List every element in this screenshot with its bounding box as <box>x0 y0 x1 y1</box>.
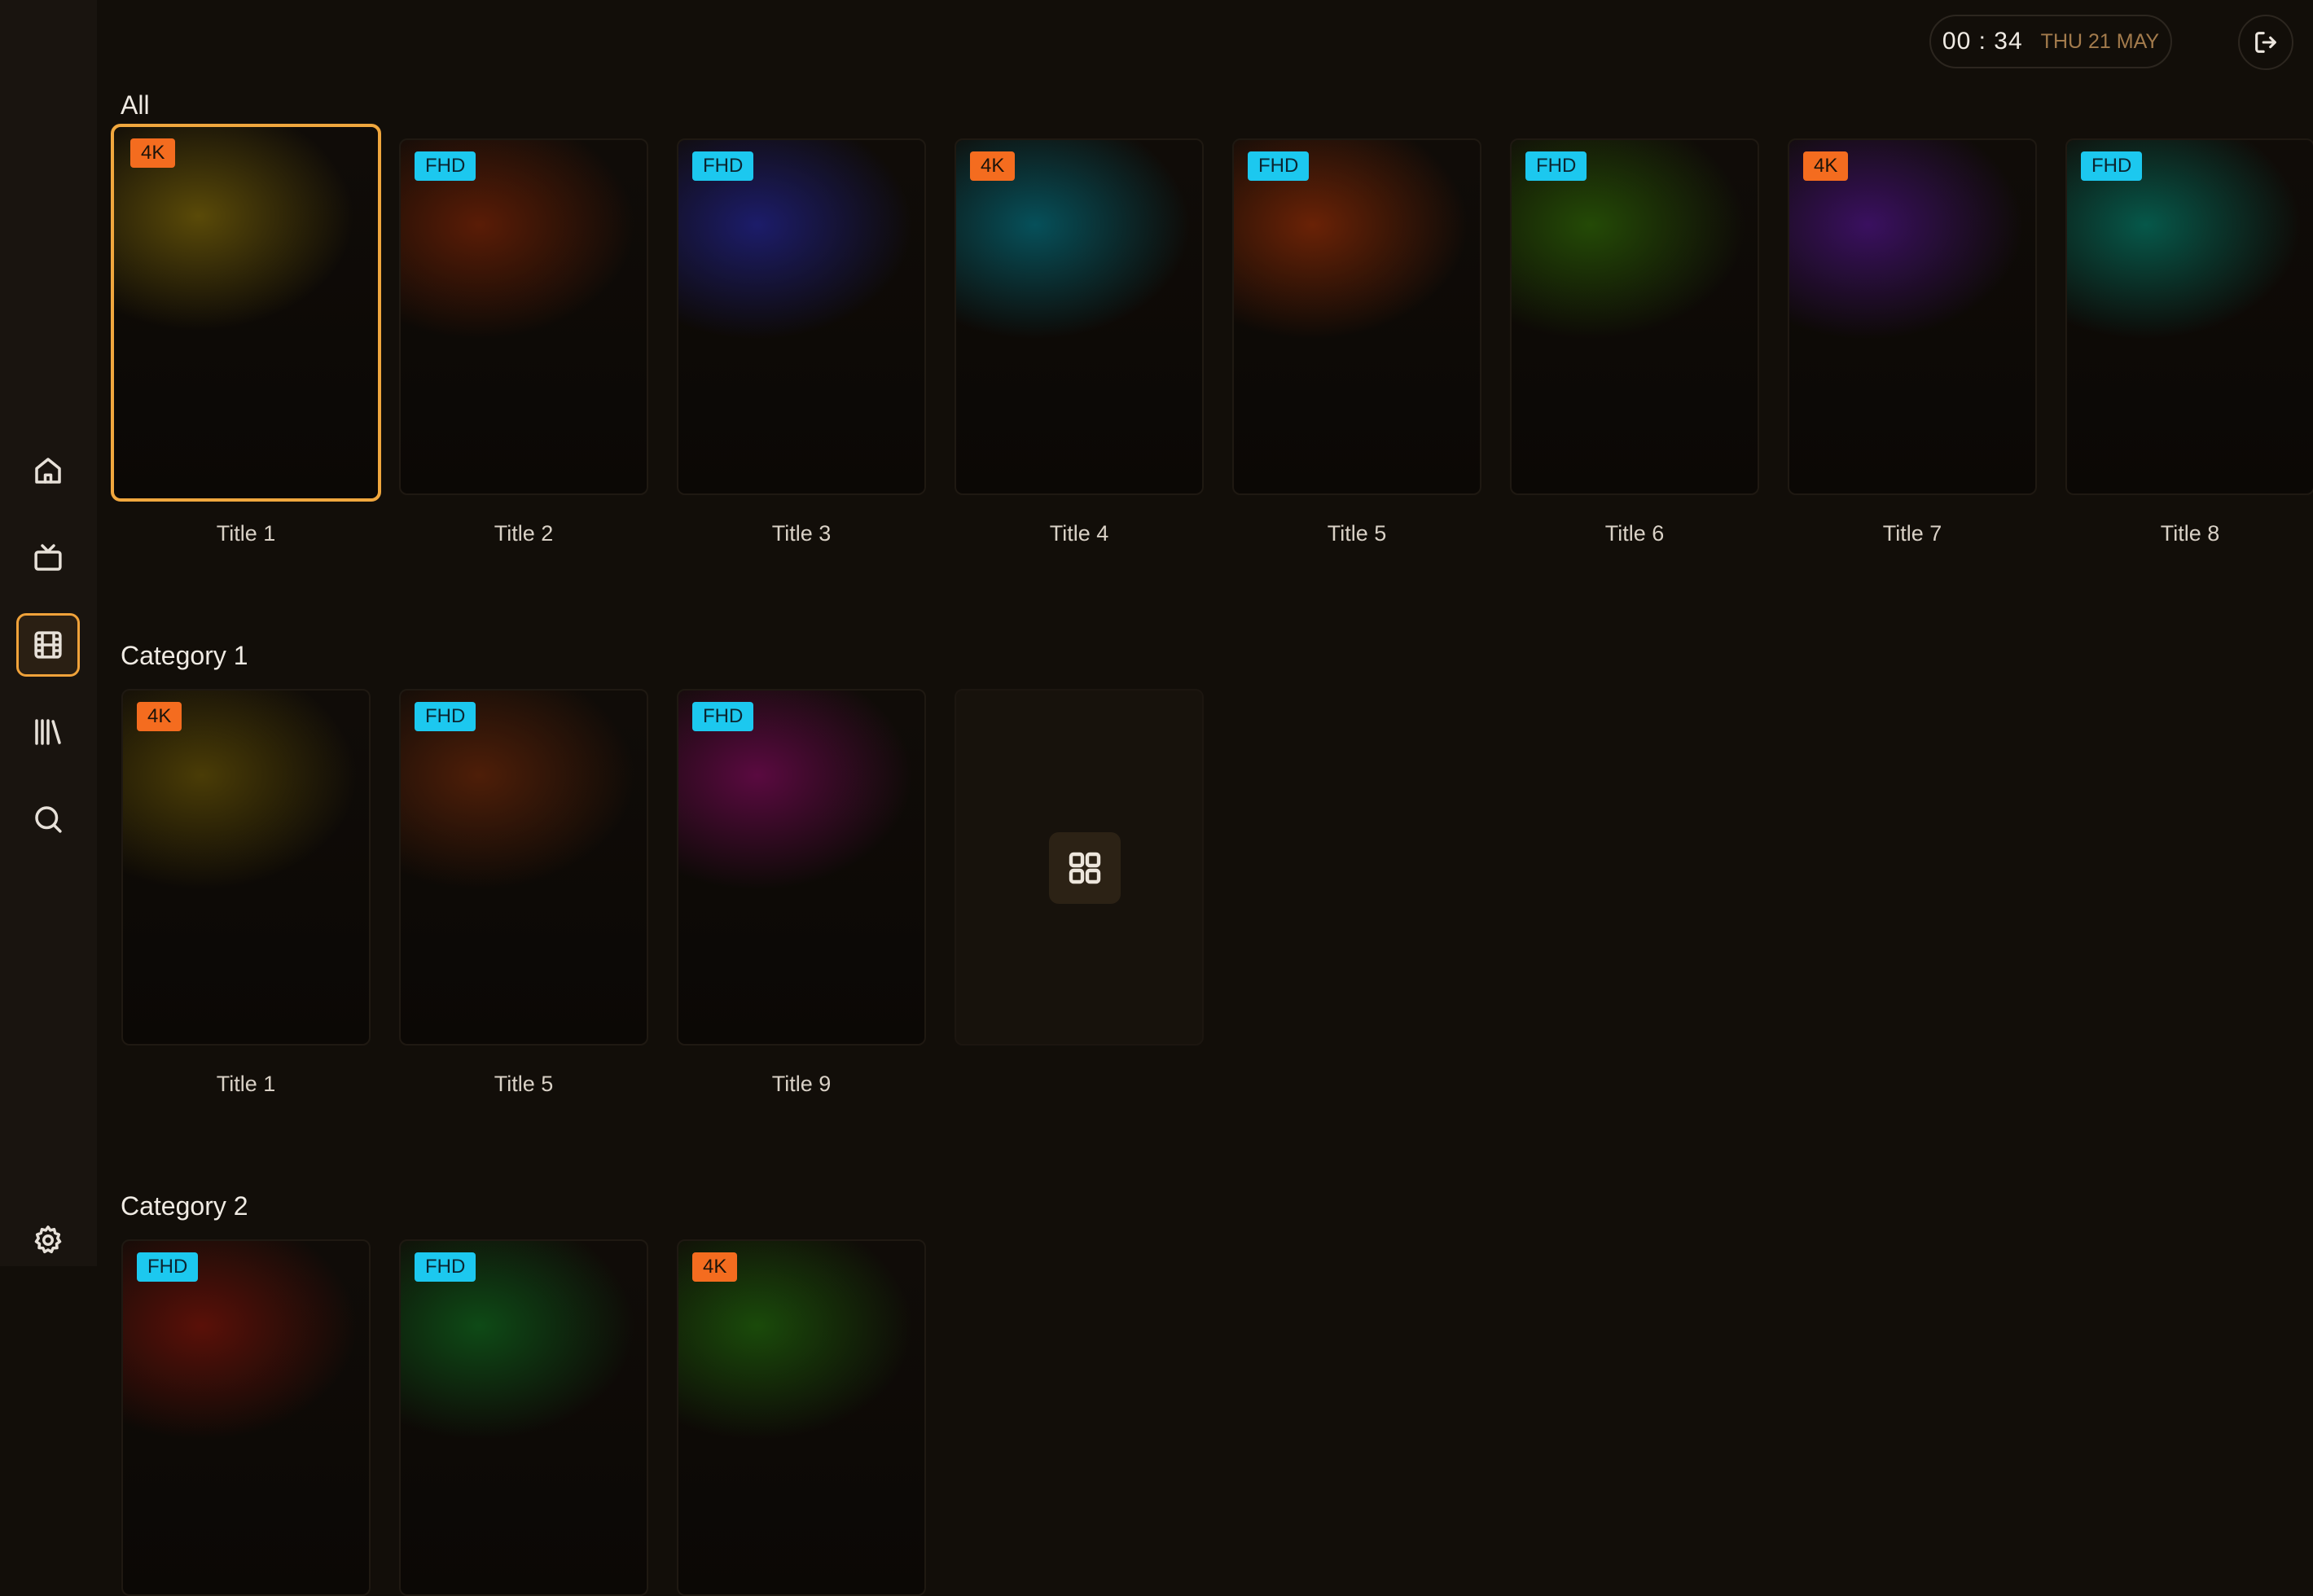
quality-badge: FHD <box>415 702 476 731</box>
quality-badge: 4K <box>130 138 176 168</box>
poster-card[interactable]: FHD <box>677 689 926 1046</box>
quality-badge: FHD <box>2081 151 2143 181</box>
quality-badge: FHD <box>415 151 476 181</box>
search-icon <box>35 806 62 833</box>
quality-badge: 4K <box>692 1252 738 1282</box>
card-title: Title 5 <box>494 1072 554 1096</box>
poster-card[interactable]: FHD <box>1510 138 1759 495</box>
exit-button[interactable] <box>2238 15 2293 70</box>
quality-badge: 4K <box>1803 151 1849 181</box>
section-title: Category 2 <box>121 1191 248 1221</box>
poster-card[interactable]: FHD <box>399 1239 648 1596</box>
section-title: Category 1 <box>121 641 248 670</box>
more-card <box>955 689 1204 1046</box>
quality-badge: FHD <box>137 1252 199 1282</box>
card-title: Title 7 <box>1882 521 1942 546</box>
gear-icon <box>34 1226 62 1254</box>
grid-icon <box>1069 852 1101 884</box>
poster-card[interactable]: FHD <box>2065 138 2313 495</box>
poster-card[interactable]: 4K <box>1788 138 2037 495</box>
settings-button[interactable] <box>16 1208 80 1272</box>
poster-card[interactable]: 4K <box>121 689 371 1046</box>
poster-card[interactable]: FHD <box>121 1239 371 1596</box>
poster-card[interactable]: 4K <box>677 1239 926 1596</box>
poster-card[interactable]: 4K <box>955 138 1204 495</box>
quality-badge: FHD <box>1248 151 1310 181</box>
film-icon <box>34 631 62 659</box>
card-title: Title 9 <box>771 1072 832 1096</box>
card-title: Title 6 <box>1604 521 1665 546</box>
clock-date: THU 21 MAY <box>2040 29 2160 53</box>
quality-badge: FHD <box>1525 151 1587 181</box>
sidebar-item-movies[interactable] <box>16 613 80 677</box>
card-title: Title 5 <box>1327 521 1387 546</box>
quality-badge: FHD <box>415 1252 476 1282</box>
sidebar-item-search[interactable] <box>16 787 80 851</box>
quality-badge: FHD <box>692 151 754 181</box>
home-icon <box>35 458 61 484</box>
sidebar <box>0 0 97 1266</box>
clock-display: 00 : 34 THU 21 MAY <box>1929 15 2172 68</box>
clock-time: 00 : 34 <box>1942 28 2023 55</box>
tv-icon <box>34 544 62 571</box>
card-title: Title 4 <box>1049 521 1109 546</box>
section-title: All <box>121 90 150 120</box>
poster-card[interactable]: FHD <box>399 138 648 495</box>
quality-badge: 4K <box>137 702 182 731</box>
exit-icon <box>2255 32 2276 53</box>
sidebar-item-tv[interactable] <box>16 526 80 590</box>
sidebar-item-home[interactable] <box>16 439 80 502</box>
poster-card[interactable]: FHD <box>1232 138 1481 495</box>
card-title: Title 3 <box>771 521 832 546</box>
card-title: Title 1 <box>216 521 276 546</box>
sidebar-item-library[interactable] <box>16 700 80 764</box>
poster-card[interactable]: FHD <box>677 138 926 495</box>
poster-card[interactable]: FHD <box>399 689 648 1046</box>
poster-card[interactable]: 4K <box>111 124 381 502</box>
view-all-button[interactable] <box>1049 832 1121 904</box>
quality-badge: 4K <box>970 151 1016 181</box>
card-title: Title 8 <box>2160 521 2220 546</box>
card-title: Title 1 <box>216 1072 276 1096</box>
quality-badge: FHD <box>692 702 754 731</box>
card-title: Title 2 <box>494 521 554 546</box>
library-icon <box>35 719 61 745</box>
